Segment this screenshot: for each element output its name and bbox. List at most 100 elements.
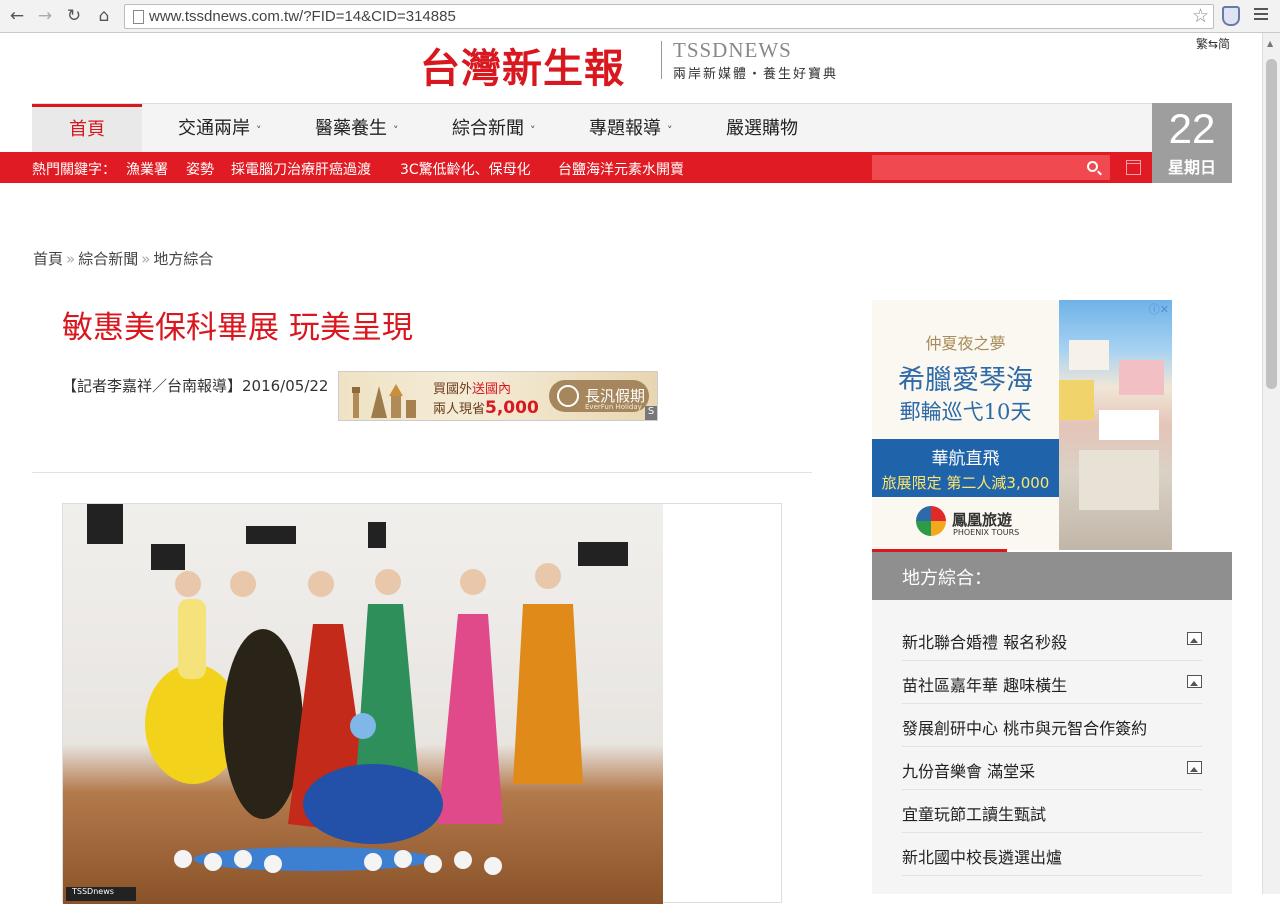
breadcrumb-home[interactable]: 首頁: [33, 250, 63, 268]
sidebar-list-item[interactable]: 新北國中校長遴選出爐: [902, 833, 1202, 876]
chevron-down-icon: ˅: [256, 124, 262, 137]
nav-item-news[interactable]: 綜合新聞 ˅: [452, 104, 536, 153]
ad-promo: 旅展限定 第二人減3,000: [881, 474, 1050, 492]
sidebar-item-title[interactable]: 宜童玩節工讀生甄試: [902, 801, 1046, 825]
ad-price: 5,000: [485, 398, 539, 418]
breadcrumb-local[interactable]: 地方綜合: [153, 250, 213, 268]
keyword-link[interactable]: 台鹽海洋元素水開賣: [558, 159, 684, 179]
sidebar-list-item[interactable]: 苗社區嘉年華 趣味橫生: [902, 661, 1202, 704]
ad-text: 兩人現省: [433, 402, 486, 417]
ad-house-shape: [1059, 380, 1094, 420]
forward-arrow-icon[interactable]: →: [34, 5, 56, 27]
scroll-up-arrow-icon[interactable]: ▲: [1267, 39, 1273, 48]
sidebar-item-title[interactable]: 新北聯合婚禮 報名秒殺: [902, 629, 1067, 653]
logo-divider: [661, 41, 662, 79]
sidebar-list: 新北聯合婚禮 報名秒殺 苗社區嘉年華 趣味橫生 發展創研中心 桃市與元智合作簽約…: [872, 600, 1232, 894]
chevron-down-icon: ˅: [393, 124, 399, 137]
article-title: 敏惠美保科畢展 玩美呈現: [62, 310, 413, 346]
browser-menu-icon[interactable]: [1254, 8, 1268, 23]
logo-chinese: 台灣新生報: [420, 45, 625, 92]
photo-watermark: TSSDnews: [66, 887, 136, 901]
sidebar-title: 地方綜合：: [902, 568, 992, 589]
ad-headline: 買國外送國內: [433, 378, 511, 397]
ad-house-shape: [1119, 360, 1164, 395]
ad-promo-panel: 華航直飛 旅展限定 第二人減3,000: [872, 439, 1059, 497]
ad-cruise: 郵輪巡弋10天: [899, 400, 1032, 424]
sidebar-list-item[interactable]: 新北聯合婚禮 報名秒殺: [902, 618, 1202, 661]
ad-house-shape: [1069, 340, 1109, 370]
nav-label: 首頁: [69, 119, 105, 140]
ad-text-highlight: 送國內: [472, 382, 512, 397]
sidebar-list-item[interactable]: 宜童玩節工讀生甄試: [902, 790, 1202, 833]
nav-label: 交通兩岸: [178, 118, 250, 139]
adchoices-icon[interactable]: ⓘ✕: [1149, 301, 1169, 317]
page-icon: [133, 10, 144, 24]
keyword-link[interactable]: 採電腦刀治療肝癌過渡: [231, 159, 371, 179]
ad-subline: 兩人現省5,000: [433, 398, 539, 418]
keyword-label: 熱門關鍵字：: [32, 162, 116, 178]
sidebar-header: 地方綜合：: [872, 552, 1232, 600]
image-icon: [1187, 761, 1202, 774]
keyword-link[interactable]: 漁業署: [126, 159, 168, 179]
date-weekday: 星期日: [1167, 158, 1216, 177]
nav-item-features[interactable]: 專題報導 ˅: [589, 104, 673, 153]
ad-brand-badge: 長汎假期 EverFun Holiday: [549, 380, 649, 412]
reload-icon[interactable]: ↻: [63, 5, 85, 27]
calendar-icon[interactable]: [1126, 160, 1141, 175]
ad-airline: 華航直飛: [931, 449, 1000, 469]
phoenix-logo-icon: [916, 506, 946, 536]
article-divider: [32, 472, 812, 473]
nav-label: 醫藥養生: [315, 118, 387, 139]
nav-item-transport[interactable]: 交通兩岸 ˅: [178, 104, 262, 153]
nav-item-shopping[interactable]: 嚴選購物: [726, 104, 798, 153]
scrollbar-thumb[interactable]: [1266, 59, 1277, 389]
vertical-scrollbar[interactable]: ▲: [1262, 33, 1280, 894]
main-nav: 首頁 交通兩岸 ˅ 醫藥養生 ˅ 綜合新聞 ˅ 專題報導 ˅ 嚴選購物: [32, 103, 1232, 153]
chevron-down-icon: ˅: [530, 124, 536, 137]
extension-shield-icon[interactable]: [1222, 6, 1240, 26]
url-text[interactable]: www.tssdnews.com.tw/?FID=14&CID=314885: [149, 8, 456, 25]
keyword-bar: 熱門關鍵字： 漁業署 姿勢 採電腦刀治療肝癌過渡 3C驚低齡化、保母化 台鹽海洋…: [0, 152, 1232, 183]
home-icon[interactable]: ⌂: [93, 5, 115, 27]
ad-house-shape: [1099, 410, 1159, 440]
keyword-link[interactable]: 3C驚低齡化、保母化: [400, 159, 531, 179]
sidebar-ad-text-panel: 仲夏夜之夢 希臘愛琴海 郵輪巡弋10天 華航直飛 旅展限定 第二人減3,000 …: [872, 300, 1059, 550]
ad-dream-text: 仲夏夜之夢: [925, 334, 1006, 353]
search-input[interactable]: [872, 155, 1110, 180]
image-icon: [1187, 675, 1202, 688]
search-icon[interactable]: [1087, 161, 1098, 172]
sidebar-item-title[interactable]: 發展創研中心 桃市與元智合作簽約: [902, 715, 1147, 739]
nav-label: 嚴選購物: [726, 118, 798, 139]
nav-label: 綜合新聞: [452, 118, 524, 139]
nav-label: 專題報導: [589, 118, 661, 139]
nav-item-home[interactable]: 首頁: [32, 104, 142, 153]
language-toggle[interactable]: 繁⇆简: [1196, 35, 1230, 52]
sidebar-item-title[interactable]: 九份音樂會 滿堂采: [902, 758, 1035, 782]
inline-ad-banner[interactable]: 買國外送國內 兩人現省5,000 長汎假期 EverFun Holiday S: [338, 371, 658, 421]
fashion-models-illustration: [87, 504, 628, 875]
ad-brand-sub: EverFun Holiday: [585, 403, 642, 411]
breadcrumb: 首頁» 綜合新聞» 地方綜合: [33, 248, 213, 269]
logo-english: TSSDNEWS: [673, 38, 792, 62]
back-arrow-icon[interactable]: ←: [6, 5, 28, 27]
logo-tagline: 兩岸新媒體・養生好寶典: [673, 67, 839, 82]
bookmark-star-icon[interactable]: ☆: [1192, 5, 1209, 27]
ad-brand-english: PHOENIX TOURS: [953, 528, 1020, 537]
breadcrumb-news[interactable]: 綜合新聞: [78, 250, 138, 268]
sidebar-ad[interactable]: 仲夏夜之夢 希臘愛琴海 郵輪巡弋10天 華航直飛 旅展限定 第二人減3,000 …: [872, 300, 1172, 550]
address-bar[interactable]: www.tssdnews.com.tw/?FID=14&CID=314885 ☆: [124, 4, 1214, 29]
ad-corner-badge[interactable]: S: [645, 406, 657, 420]
keyword-link[interactable]: 姿勢: [186, 159, 214, 179]
sidebar-item-title[interactable]: 苗社區嘉年華 趣味橫生: [902, 672, 1067, 696]
nav-item-health[interactable]: 醫藥養生 ˅: [315, 104, 399, 153]
ad-house-shape: [1079, 450, 1159, 510]
sidebar-list-item[interactable]: 九份音樂會 滿堂采: [902, 747, 1202, 790]
ad-destination: 希臘愛琴海: [898, 365, 1033, 396]
sidebar-list-item[interactable]: 發展創研中心 桃市與元智合作簽約: [902, 704, 1202, 747]
sidebar-item-title[interactable]: 新北國中校長遴選出爐: [902, 844, 1062, 868]
ad-text: 買國外: [433, 382, 473, 397]
article-photo[interactable]: TSSDnews: [63, 504, 663, 904]
date-day: 22: [1168, 105, 1216, 152]
article-photo-frame: TSSDnews: [62, 503, 782, 904]
date-block: 22 星期日: [1152, 103, 1232, 183]
